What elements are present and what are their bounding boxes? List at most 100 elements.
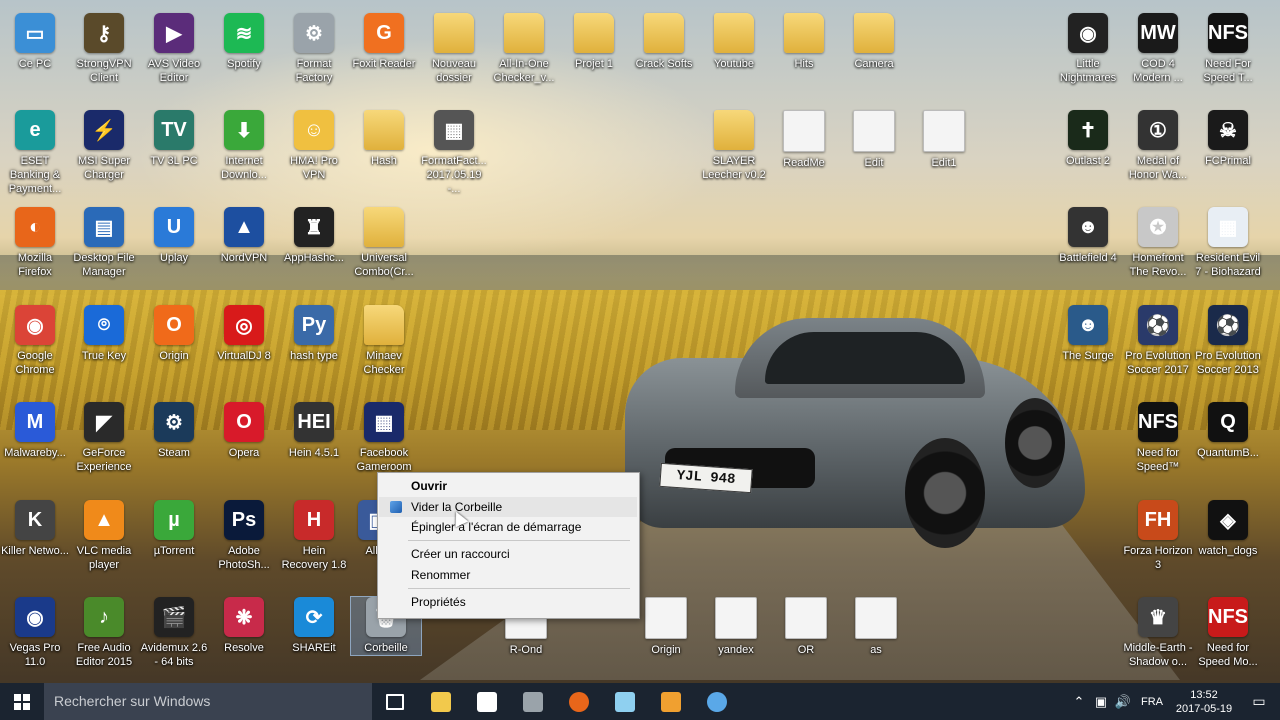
language-indicator[interactable]: FRA: [1134, 696, 1170, 708]
desktop-icon[interactable]: NFS Need for Speed™: [1123, 402, 1193, 474]
desktop-icon[interactable]: SLAYER Leecher v0.2: [699, 110, 769, 182]
desktop-icon[interactable]: ◉ Vegas Pro 11.0: [0, 597, 70, 669]
desktop-icon[interactable]: ⚡ MSI Super Charger: [69, 110, 139, 182]
desktop-icon[interactable]: All-In-One Checker_v...: [489, 13, 559, 85]
desktop-icon[interactable]: ⚷ StrongVPN Client: [69, 13, 139, 85]
desktop-icon[interactable]: ⟳ SHAREit: [279, 597, 349, 655]
desktop-icon[interactable]: ⌾ True Key: [69, 305, 139, 363]
desktop-icon[interactable]: ▤ Desktop File Manager: [69, 207, 139, 279]
taskbar-firefox[interactable]: [556, 683, 602, 720]
taskbar-notepad[interactable]: [602, 683, 648, 720]
desktop-icon[interactable]: 🎬 Avidemux 2.6 - 64 bits: [139, 597, 209, 669]
desktop-icon[interactable]: µ µTorrent: [139, 500, 209, 558]
desktop-icon[interactable]: yandex: [701, 597, 771, 657]
desktop-icon[interactable]: ✪ Homefront The Revo...: [1123, 207, 1193, 279]
desktop-icon[interactable]: ≋ Spotify: [209, 13, 279, 71]
desktop-icon[interactable]: U Uplay: [139, 207, 209, 265]
desktop-icon[interactable]: Minaev Checker: [349, 305, 419, 377]
volume-icon[interactable]: 🔊: [1112, 694, 1134, 710]
desktop-icon[interactable]: ⚽ Pro Evolution Soccer 2017: [1123, 305, 1193, 377]
desktop-icon-glyph: ▲: [224, 207, 264, 247]
desktop-icon[interactable]: G Foxit Reader: [349, 13, 419, 71]
desktop-icon-glyph: [853, 110, 895, 152]
desktop-icon[interactable]: Hits: [769, 13, 839, 71]
desktop-icon[interactable]: OR: [771, 597, 841, 657]
taskbar-app[interactable]: [694, 683, 740, 720]
desktop-icon[interactable]: ◈ watch_dogs: [1193, 500, 1263, 558]
clock[interactable]: 13:52 2017-05-19: [1170, 688, 1238, 716]
desktop-icon[interactable]: H Hein Recovery 1.8: [279, 500, 349, 572]
menu-item-create-shortcut[interactable]: Créer un raccourci: [379, 544, 637, 564]
menu-item-pin-start[interactable]: Épingler à l'écran de démarrage: [379, 517, 637, 537]
desktop-icon[interactable]: as: [841, 597, 911, 657]
desktop-icon-glyph: ◎: [224, 305, 264, 345]
desktop-icon[interactable]: ◎ VirtualDJ 8: [209, 305, 279, 363]
desktop-icon[interactable]: Projet 1: [559, 13, 629, 71]
desktop-icon[interactable]: ☺ HMA! Pro VPN: [279, 110, 349, 182]
desktop-icon[interactable]: FH Forza Horizon 3: [1123, 500, 1193, 572]
desktop-icon[interactable]: ⬇ Internet Downlo...: [209, 110, 279, 182]
desktop-icon[interactable]: Hash: [349, 110, 419, 168]
menu-item-rename[interactable]: Renommer: [379, 565, 637, 585]
desktop-icon[interactable]: e ESET Banking & Payment...: [0, 110, 70, 196]
desktop-icon[interactable]: ◤ GeForce Experience: [69, 402, 139, 474]
taskbar-explorer[interactable]: [418, 683, 464, 720]
desktop-icon[interactable]: Py hash type: [279, 305, 349, 363]
desktop-icon[interactable]: Edit1: [909, 110, 979, 170]
menu-item-properties[interactable]: Propriétés: [379, 592, 637, 612]
desktop-icon[interactable]: ☠ FCPrimal: [1193, 110, 1263, 168]
desktop-icon[interactable]: ▦ Facebook Gameroom: [349, 402, 419, 474]
start-button[interactable]: [0, 683, 44, 720]
desktop-icon[interactable]: ◐ Mozilla Firefox: [0, 207, 70, 279]
desktop-icon[interactable]: ▶ AVS Video Editor: [139, 13, 209, 85]
desktop[interactable]: YJL 948 ▭ Ce PC ⚷ StrongVPN Client ▶ AVS Vide…: [0, 0, 1280, 680]
desktop-icon[interactable]: O Origin: [139, 305, 209, 363]
desktop-icon[interactable]: HEI Hein 4.5.1: [279, 402, 349, 460]
menu-item-open[interactable]: Ouvrir: [379, 476, 637, 496]
desktop-icon[interactable]: ✝ Outlast 2: [1053, 110, 1123, 168]
desktop-icon[interactable]: Crack Softs: [629, 13, 699, 71]
desktop-icon[interactable]: ▲ NordVPN: [209, 207, 279, 265]
menu-item-empty-recycle-bin[interactable]: Vider la Corbeille: [379, 497, 637, 517]
desktop-icon[interactable]: Camera: [839, 13, 909, 71]
desktop-icon[interactable]: ▦ Resident Evil 7 - Biohazard: [1193, 207, 1263, 279]
desktop-icon[interactable]: ◉ Google Chrome: [0, 305, 70, 377]
desktop-icon[interactable]: ▦ FormatFact... 2017.05.19 -...: [419, 110, 489, 196]
desktop-icon[interactable]: ▲ VLC media player: [69, 500, 139, 572]
desktop-icon[interactable]: ① Medal of Honor Wa...: [1123, 110, 1193, 182]
desktop-icon[interactable]: ⚽ Pro Evolution Soccer 2013: [1193, 305, 1263, 377]
desktop-icon[interactable]: M Malwareby...: [0, 402, 70, 460]
desktop-icon[interactable]: ⚙ Format Factory: [279, 13, 349, 85]
chevron-up-icon[interactable]: ⌃: [1068, 694, 1090, 710]
desktop-icon[interactable]: ☻ The Surge: [1053, 305, 1123, 363]
desktop-icon[interactable]: K Killer Netwo...: [0, 500, 70, 558]
search-input[interactable]: Rechercher sur Windows: [44, 683, 372, 720]
desktop-icon[interactable]: ▭ Ce PC: [0, 13, 70, 71]
desktop-icon[interactable]: ♛ Middle-Earth - Shadow o...: [1123, 597, 1193, 669]
desktop-icon[interactable]: Youtube: [699, 13, 769, 71]
desktop-icon[interactable]: ♜ AppHashc...: [279, 207, 349, 265]
desktop-icon[interactable]: Ps Adobe PhotoSh...: [209, 500, 279, 572]
desktop-icon[interactable]: TV TV 3L PC: [139, 110, 209, 168]
desktop-icon[interactable]: O Opera: [209, 402, 279, 460]
desktop-icon[interactable]: ⚙ Steam: [139, 402, 209, 460]
desktop-icon[interactable]: Universal Combo(Cr...: [349, 207, 419, 279]
taskbar-media-player[interactable]: [648, 683, 694, 720]
desktop-icon[interactable]: NFS Need for Speed Mo...: [1193, 597, 1263, 669]
taskbar-store[interactable]: [464, 683, 510, 720]
network-icon[interactable]: ▣: [1090, 694, 1112, 710]
desktop-icon[interactable]: Nouveau dossier: [419, 13, 489, 85]
notification-icon[interactable]: ▭: [1238, 693, 1280, 710]
desktop-icon[interactable]: Q QuantumB...: [1193, 402, 1263, 460]
taskbar-format-factory[interactable]: [510, 683, 556, 720]
desktop-icon[interactable]: ❋ Resolve: [209, 597, 279, 655]
desktop-icon[interactable]: ♪ Free Audio Editor 2015: [69, 597, 139, 669]
desktop-icon[interactable]: ReadMe: [769, 110, 839, 170]
desktop-icon[interactable]: Edit: [839, 110, 909, 170]
desktop-icon[interactable]: Origin: [631, 597, 701, 657]
desktop-icon[interactable]: ☻ Battlefield 4: [1053, 207, 1123, 265]
desktop-icon[interactable]: MW COD 4 Modern ...: [1123, 13, 1193, 85]
desktop-icon[interactable]: ◉ Little Nightmares: [1053, 13, 1123, 85]
desktop-icon[interactable]: NFS Need For Speed T...: [1193, 13, 1263, 85]
task-view-button[interactable]: [372, 683, 418, 720]
